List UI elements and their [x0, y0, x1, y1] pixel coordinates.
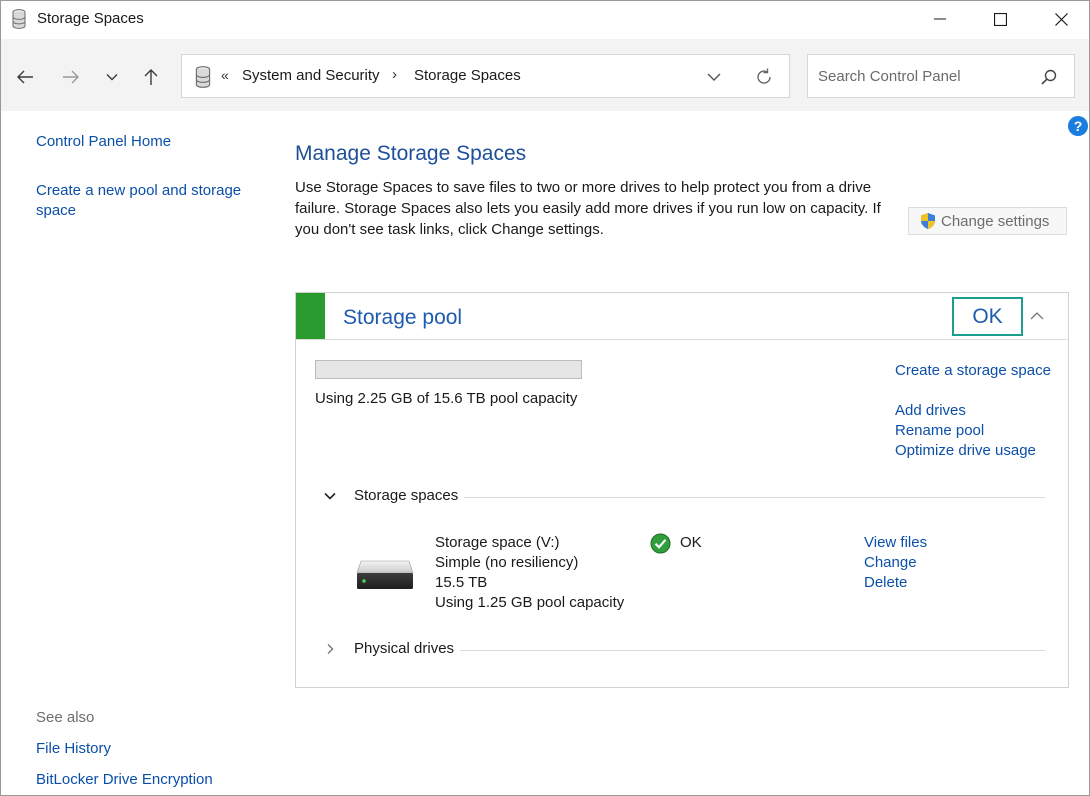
- search-icon[interactable]: [1040, 68, 1058, 86]
- rename-pool-link[interactable]: Rename pool: [895, 421, 984, 441]
- breadcrumb-overflow-button[interactable]: «: [221, 67, 229, 83]
- pool-capacity-bar: [315, 360, 582, 379]
- storage-spaces-section-label: Storage spaces: [354, 487, 465, 504]
- forward-button[interactable]: [59, 65, 83, 89]
- help-icon[interactable]: ?: [1068, 116, 1088, 136]
- storage-space-usage: Using 1.25 GB pool capacity: [435, 594, 625, 611]
- storage-pool-panel: Storage pool OK Using 2.25 GB of 15.6 TB…: [295, 292, 1069, 688]
- arrow-left-icon: [17, 70, 33, 84]
- back-button[interactable]: [13, 65, 37, 89]
- minimize-button[interactable]: [917, 1, 963, 37]
- up-button[interactable]: [139, 65, 163, 89]
- storage-pool-title: Storage pool: [343, 306, 463, 329]
- hard-drive-icon: [356, 560, 414, 589]
- chevron-up-icon[interactable]: [1028, 307, 1046, 325]
- view-files-link[interactable]: View files: [864, 534, 927, 551]
- pool-capacity-text: Using 2.25 GB of 15.6 TB pool capacity: [315, 390, 578, 407]
- delete-storage-space-link[interactable]: Delete: [864, 574, 907, 591]
- window-title: Storage Spaces: [37, 10, 144, 27]
- navigation-bar: « System and Security › Storage Spaces: [1, 39, 1089, 111]
- file-history-link[interactable]: File History: [36, 739, 111, 759]
- breadcrumb-storage-spaces[interactable]: Storage Spaces: [414, 67, 521, 84]
- uac-shield-icon: [921, 213, 935, 229]
- maximize-icon: [993, 12, 1007, 26]
- search-input[interactable]: [818, 65, 1033, 87]
- breadcrumb-system-and-security[interactable]: System and Security: [242, 67, 380, 84]
- recent-locations-button[interactable]: [100, 65, 124, 89]
- address-history-chevron-icon[interactable]: [705, 68, 723, 86]
- minimize-icon: [934, 18, 946, 20]
- page-title: Manage Storage Spaces: [295, 142, 527, 165]
- storage-spaces-icon: [12, 9, 26, 29]
- close-icon: [1054, 12, 1068, 26]
- storage-spaces-section-header[interactable]: Storage spaces: [323, 487, 1045, 507]
- create-pool-link[interactable]: Create a new pool and storage space: [36, 181, 276, 221]
- physical-drives-section-label: Physical drives: [354, 640, 461, 657]
- page-description: Use Storage Spaces to save files to two …: [295, 179, 881, 238]
- change-storage-space-link[interactable]: Change: [864, 554, 917, 571]
- checkmark-icon: [650, 533, 671, 554]
- pool-health-bar: [296, 293, 325, 339]
- change-settings-button[interactable]: Change settings: [908, 207, 1067, 235]
- pool-header-divider: [296, 339, 1068, 340]
- refresh-icon[interactable]: [754, 67, 774, 87]
- chevron-down-icon[interactable]: [323, 489, 337, 503]
- title-bar: Storage Spaces: [1, 1, 1089, 39]
- chevron-right-icon[interactable]: [323, 642, 337, 656]
- arrow-up-icon: [144, 69, 158, 85]
- optimize-drive-usage-link[interactable]: Optimize drive usage: [895, 441, 1036, 461]
- address-bar[interactable]: « System and Security › Storage Spaces: [181, 54, 790, 98]
- arrow-right-icon: [63, 70, 79, 84]
- add-drives-link[interactable]: Add drives: [895, 401, 966, 421]
- storage-spaces-window: Storage Spaces « System and Security › S…: [0, 0, 1090, 796]
- maximize-button[interactable]: [977, 1, 1023, 37]
- storage-space-resiliency: Simple (no resiliency): [435, 554, 579, 571]
- physical-drives-section-header[interactable]: Physical drives: [323, 640, 1045, 660]
- breadcrumb-separator[interactable]: ›: [392, 66, 397, 83]
- storage-space-status: OK: [680, 534, 702, 551]
- see-also-label: See also: [36, 709, 95, 726]
- change-settings-label: Change settings: [941, 212, 1050, 230]
- control-panel-home-link[interactable]: Control Panel Home: [36, 132, 171, 152]
- chevron-down-icon: [106, 74, 118, 81]
- create-storage-space-link[interactable]: Create a storage space: [895, 361, 1055, 381]
- storage-space-size: 15.5 TB: [435, 574, 488, 591]
- storage-spaces-icon: [195, 66, 211, 88]
- close-button[interactable]: [1038, 1, 1084, 37]
- bitlocker-link[interactable]: BitLocker Drive Encryption: [36, 770, 213, 790]
- storage-space-name: Storage space (V:): [435, 534, 560, 551]
- search-box[interactable]: [807, 54, 1075, 98]
- pool-status-badge: OK: [952, 297, 1023, 336]
